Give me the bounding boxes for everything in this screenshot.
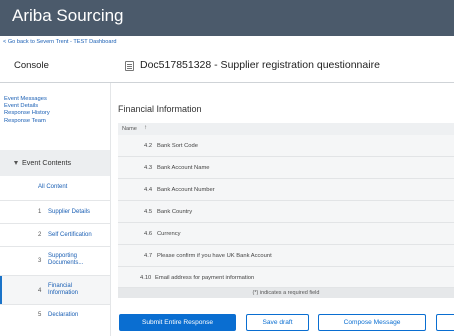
left-item-supporting-documents[interactable]: 3 Supporting Documents... (0, 247, 110, 275)
name-column-header[interactable]: Name ↑ (118, 123, 454, 135)
nav-link-response-team[interactable]: Response Team (4, 118, 50, 125)
more-actions-button[interactable] (436, 314, 454, 331)
question-number: 4.10 (140, 275, 152, 281)
left-item-label: Declaration (48, 312, 79, 318)
nav-link-event-details[interactable]: Event Details (4, 103, 50, 110)
left-item-number: 2 (38, 232, 42, 238)
question-number: 4.4 (144, 187, 153, 193)
question-row[interactable]: 4.3 Bank Account Name (118, 157, 454, 179)
question-row[interactable]: 4.4 Bank Account Number (118, 179, 454, 201)
app-title: Ariba Sourcing (12, 6, 124, 25)
left-item-number: 1 (38, 209, 42, 215)
event-contents-label: Event Contents (22, 158, 72, 167)
column-header-label: Name (122, 126, 137, 132)
question-row[interactable]: 4.7 Please confirm if you have UK Bank A… (118, 245, 454, 267)
event-contents-toggle[interactable]: Event Contents (0, 150, 110, 176)
question-row[interactable]: 4.10 Email address for payment informati… (118, 267, 454, 288)
document-icon (125, 61, 134, 71)
nav-link-response-history[interactable]: Response History (4, 110, 50, 117)
top-header-bar: Ariba Sourcing (0, 0, 454, 36)
left-item-self-certification[interactable]: 2 Self Certification (0, 224, 110, 246)
question-number: 4.7 (144, 253, 153, 259)
submit-entire-response-button[interactable]: Submit Entire Response (119, 314, 236, 331)
left-item-financial-information[interactable]: 4 Financial Information (0, 276, 110, 304)
question-text: Please confirm if you have UK Bank Accou… (157, 253, 272, 259)
left-item-label: Supplier Details (48, 209, 91, 215)
question-row[interactable]: 4.5 Bank Country (118, 201, 454, 223)
left-item-declaration[interactable]: 5 Declaration (0, 305, 110, 329)
question-text: Bank Account Name (157, 165, 210, 171)
question-number: 4.2 (144, 143, 153, 149)
left-item-label-line2: Documents... (48, 260, 84, 266)
left-item-number: 5 (38, 312, 42, 318)
left-item-label-line2: Information (48, 290, 79, 296)
question-row[interactable]: 4.6 Currency (118, 223, 454, 245)
question-text: Email address for payment information (155, 275, 255, 281)
question-number: 4.6 (144, 231, 153, 237)
question-number: 4.5 (144, 209, 153, 215)
left-item-number: 4 (38, 288, 42, 294)
nav-link-event-messages[interactable]: Event Messages (4, 96, 50, 103)
save-draft-button[interactable]: Save draft (246, 314, 309, 331)
compose-message-button[interactable]: Compose Message (318, 314, 426, 331)
left-item-number: 3 (38, 258, 42, 264)
left-item-label: All Content (38, 184, 68, 190)
left-item-label-line1: Financial (48, 283, 73, 289)
required-field-note: (*) indicates a required field (252, 290, 320, 296)
left-item-supplier-details[interactable]: 1 Supplier Details (0, 201, 110, 223)
section-heading: Financial Information (118, 104, 202, 114)
question-text: Currency (157, 231, 181, 237)
question-number: 4.3 (144, 165, 153, 171)
header-divider (0, 82, 454, 83)
left-item-all-content[interactable]: All Content (0, 176, 110, 200)
event-nav-links: Event Messages Event Details Response Hi… (4, 96, 50, 125)
collapse-triangle-icon (14, 161, 18, 165)
back-to-dashboard-link[interactable]: < Go back to Severn Trent - TEST Dashboa… (3, 39, 116, 45)
left-item-label: Self Certification (48, 232, 92, 238)
question-text: Bank Country (157, 209, 193, 215)
question-text: Bank Sort Code (157, 143, 198, 149)
sort-up-arrow-icon[interactable]: ↑ (144, 125, 147, 131)
document-title: Doc517851328 - Supplier registration que… (140, 59, 380, 71)
left-column-divider (110, 83, 111, 336)
required-field-note-bar: (*) indicates a required field (118, 288, 454, 298)
question-text: Bank Account Number (157, 187, 215, 193)
console-label: Console (14, 60, 49, 71)
left-item-label-line1: Supporting (48, 253, 78, 259)
question-row[interactable]: 4.2 Bank Sort Code (118, 135, 454, 157)
